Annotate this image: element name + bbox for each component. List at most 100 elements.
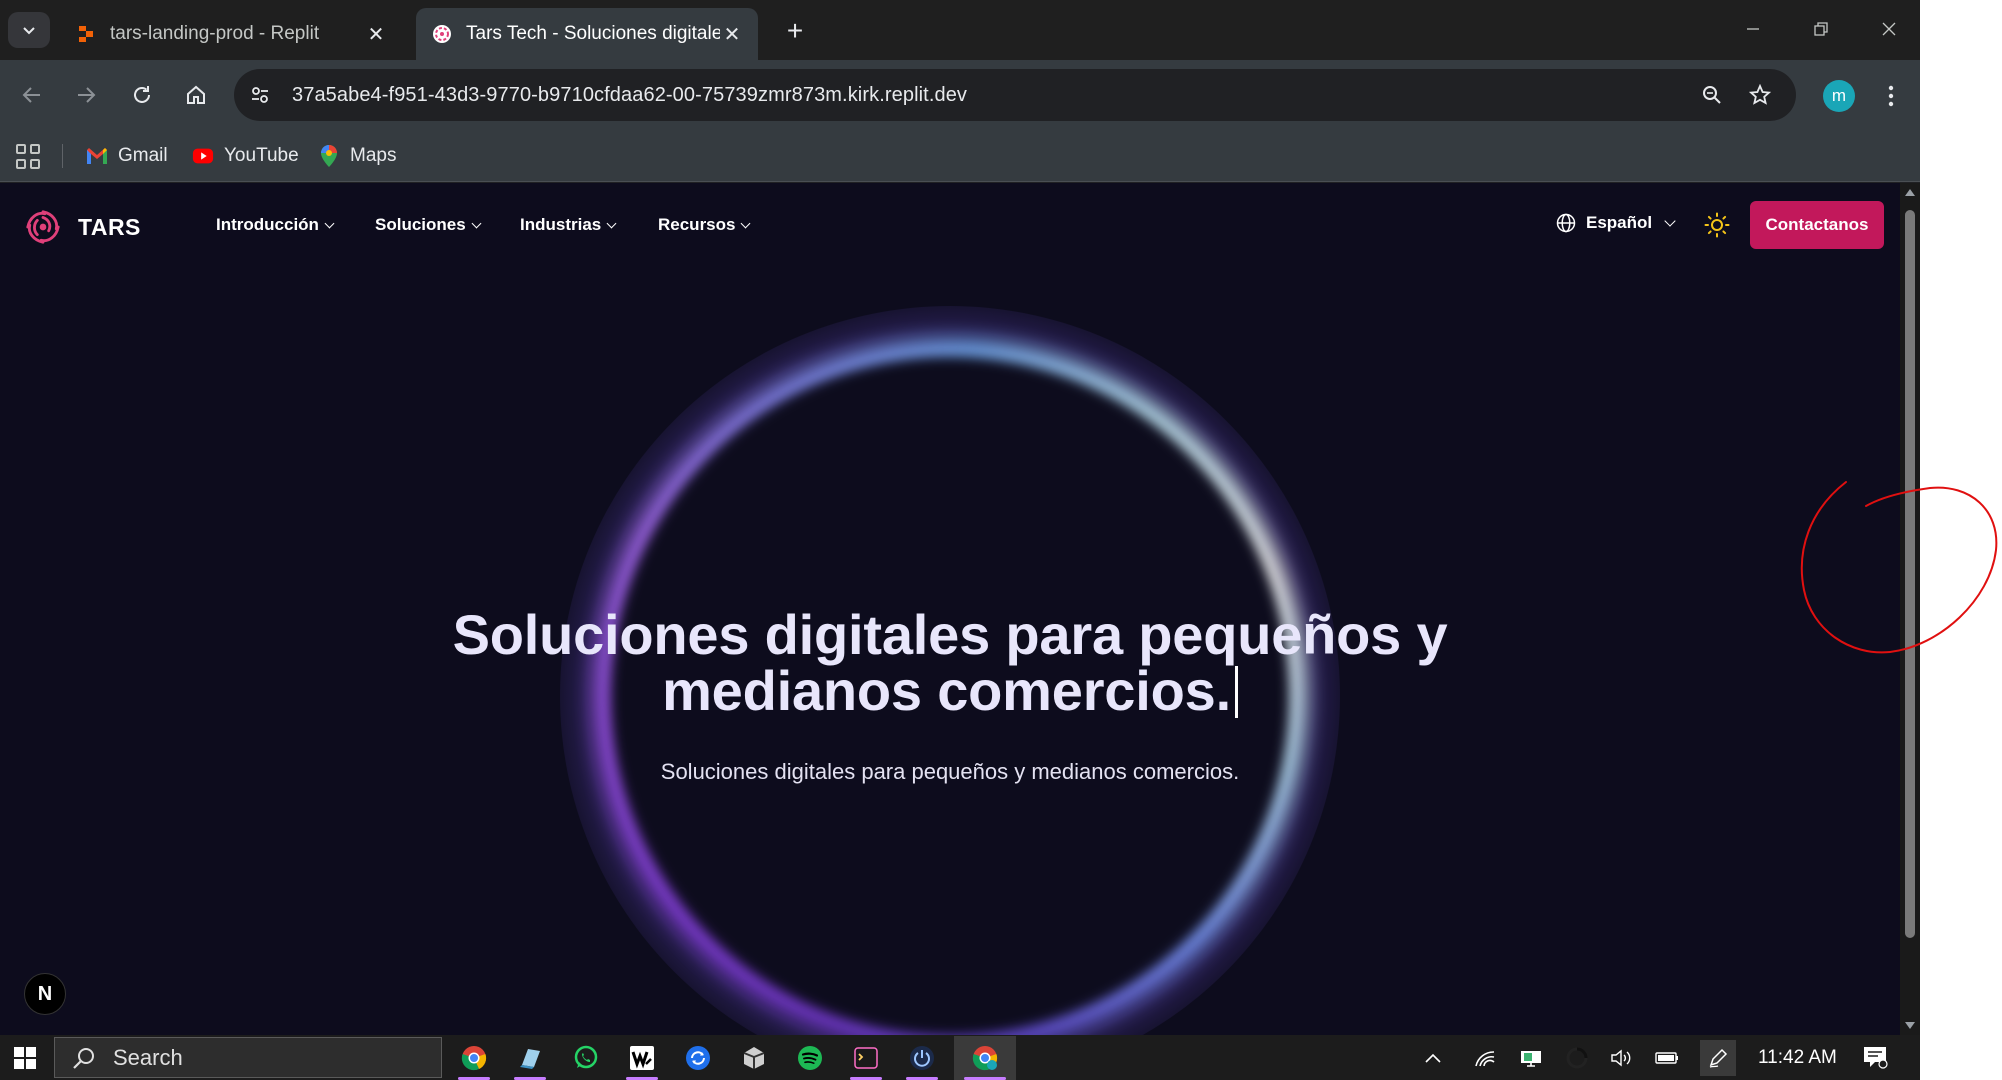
home-icon — [187, 85, 205, 104]
home-button[interactable] — [178, 77, 214, 113]
nextjs-dev-badge[interactable]: N — [24, 973, 66, 1015]
window-close-button[interactable] — [1866, 12, 1912, 46]
taskbar-chrome[interactable] — [452, 1036, 496, 1080]
bookmark-youtube[interactable]: YouTube — [192, 142, 299, 170]
nav-introduccion[interactable]: Introducción — [216, 215, 335, 235]
back-button[interactable] — [14, 77, 50, 113]
taskbar-terminal[interactable] — [844, 1036, 888, 1080]
scroll-up-arrow-icon[interactable] — [1905, 189, 1915, 196]
language-selector[interactable]: Español — [1556, 213, 1676, 233]
tune-icon — [252, 87, 268, 103]
menu-button[interactable] — [1876, 78, 1906, 114]
bookmark-maps[interactable]: Maps — [318, 142, 396, 170]
screen: tars-landing-prod - Replit ✕ Tars Tech -… — [0, 0, 2002, 1080]
taskbar-search[interactable]: Search — [54, 1037, 442, 1078]
close-icon[interactable]: ✕ — [720, 22, 744, 46]
browser-toolbar: 37a5abe4-f951-43d3-9770-b9710cfdaa62-00-… — [0, 60, 1920, 130]
sun-icon[interactable] — [1704, 212, 1730, 238]
power-status-icon[interactable] — [1564, 1045, 1590, 1071]
site-logo[interactable]: TARS — [24, 207, 141, 247]
page-viewport: TARS Introducción Soluciones Industrias … — [0, 183, 1920, 1035]
power-icon — [910, 1046, 934, 1070]
replit-icon — [76, 24, 96, 44]
forward-button[interactable] — [68, 77, 104, 113]
scroll-down-arrow-icon[interactable] — [1905, 1022, 1915, 1029]
tab-strip: tars-landing-prod - Replit ✕ Tars Tech -… — [0, 0, 1920, 60]
zoom-button[interactable] — [1696, 79, 1728, 111]
taskbar-chrome-profile[interactable] — [954, 1036, 1016, 1080]
tab-title: tars-landing-prod - Replit — [110, 23, 320, 44]
hero-subheadline: Soluciones digitales para pequeños y med… — [660, 759, 1240, 784]
nav-industrias[interactable]: Industrias — [520, 215, 617, 235]
wifi-icon[interactable] — [1472, 1045, 1498, 1071]
typing-cursor — [1234, 666, 1238, 718]
new-tab-button[interactable]: + — [780, 15, 810, 46]
nav-label: Introducción — [216, 215, 319, 234]
nav-label: Soluciones — [375, 215, 466, 234]
display-icon[interactable] — [1518, 1045, 1544, 1071]
tab-title: Tars Tech - Soluciones digitales — [466, 23, 720, 44]
taskbar-search-placeholder: Search — [113, 1044, 183, 1070]
volume-icon[interactable] — [1608, 1045, 1634, 1071]
youtube-icon — [192, 145, 214, 167]
bookmark-star-button[interactable] — [1744, 79, 1776, 111]
profile-avatar[interactable]: m — [1823, 80, 1855, 112]
zoom-icon — [1703, 86, 1721, 104]
tray-overflow-chevron-icon[interactable] — [1420, 1045, 1446, 1071]
nav-soluciones[interactable]: Soluciones — [375, 215, 482, 235]
taskbar-spotify[interactable] — [788, 1036, 832, 1080]
star-icon — [1749, 84, 1771, 105]
bookmark-label: Maps — [350, 145, 397, 166]
hero-headline-line1: Soluciones digitales para pequeños y — [452, 603, 1448, 666]
tab-replit[interactable]: tars-landing-prod - Replit ✕ — [60, 8, 402, 60]
reload-button[interactable] — [124, 77, 160, 113]
nav-recursos[interactable]: Recursos — [658, 215, 751, 235]
hero-headline-line2: medianos comercios. — [380, 663, 1520, 719]
taskbar-unity[interactable] — [732, 1036, 776, 1080]
minimize-icon — [1747, 28, 1759, 30]
arrow-left-icon — [22, 87, 40, 103]
taskbar-notepad[interactable] — [508, 1036, 552, 1080]
bookmarks-divider — [62, 144, 63, 168]
more-vert-icon — [1888, 85, 1894, 107]
windows-start-icon[interactable] — [14, 1047, 36, 1069]
terminal-icon — [854, 1047, 878, 1069]
chevron-down-icon — [324, 218, 335, 228]
bookmark-gmail[interactable]: Gmail — [86, 142, 168, 170]
chevron-down-icon — [471, 218, 482, 228]
taskbar-wattpad[interactable] — [620, 1036, 664, 1080]
site-info-button[interactable] — [242, 77, 278, 113]
spotify-icon — [798, 1046, 822, 1070]
notepad-icon — [520, 1049, 540, 1069]
bookmark-label: Gmail — [118, 145, 168, 166]
apps-grid-icon[interactable] — [16, 144, 42, 170]
tab-tars[interactable]: Tars Tech - Soluciones digitales ✕ — [416, 8, 758, 60]
battery-icon[interactable] — [1654, 1045, 1680, 1071]
sync-icon — [686, 1046, 710, 1070]
contact-button[interactable]: Contactanos — [1750, 201, 1884, 249]
close-icon[interactable]: ✕ — [364, 22, 388, 46]
restore-icon — [1814, 22, 1828, 36]
hero-headline-line2-text: medianos comercios. — [662, 659, 1231, 722]
notification-center-icon[interactable] — [1862, 1045, 1888, 1069]
gmail-icon — [86, 145, 108, 167]
tars-favicon-icon — [432, 24, 452, 44]
browser-window: tars-landing-prod - Replit ✕ Tars Tech -… — [0, 0, 1920, 1080]
taskbar: Search 11:42 AM — [0, 1035, 1920, 1080]
minimize-button[interactable] — [1730, 12, 1776, 46]
taskbar-clock[interactable]: 11:42 AM — [1758, 1047, 1837, 1069]
url-text[interactable]: 37a5abe4-f951-43d3-9770-b9710cfdaa62-00-… — [292, 84, 967, 107]
chevron-down-icon — [23, 27, 35, 35]
chevron-down-icon — [606, 218, 617, 228]
pen-menu-icon[interactable] — [1700, 1040, 1736, 1076]
nav-label: Industrias — [520, 215, 602, 234]
chevron-down-icon — [741, 218, 751, 228]
taskbar-power-app[interactable] — [900, 1036, 944, 1080]
tab-search-button[interactable] — [8, 12, 50, 48]
search-icon — [73, 1047, 94, 1069]
taskbar-whatsapp[interactable] — [564, 1036, 608, 1080]
address-bar[interactable]: 37a5abe4-f951-43d3-9770-b9710cfdaa62-00-… — [234, 69, 1796, 121]
restore-button[interactable] — [1798, 12, 1844, 46]
taskbar-sync[interactable] — [676, 1036, 720, 1080]
wattpad-icon — [630, 1046, 654, 1070]
